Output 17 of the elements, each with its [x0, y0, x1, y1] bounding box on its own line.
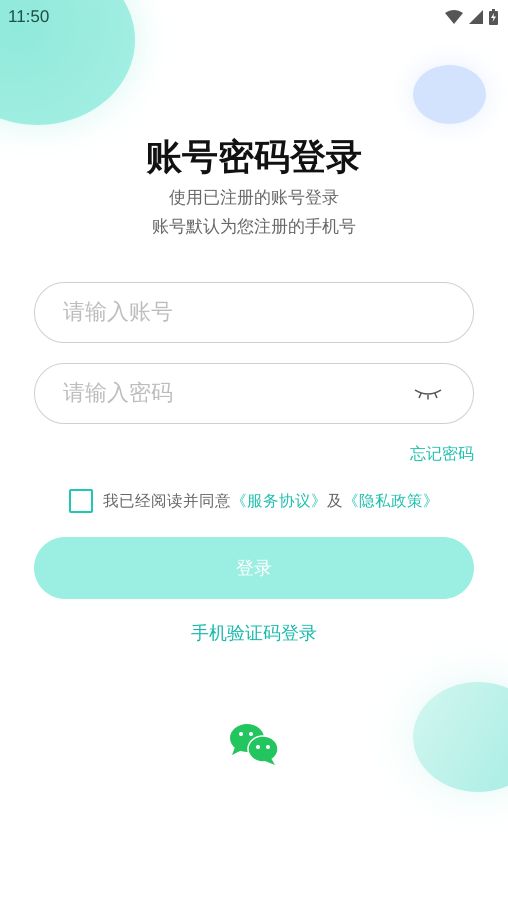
agreement-checkbox[interactable]	[69, 489, 93, 513]
password-field[interactable]: 请输入密码	[34, 363, 474, 424]
battery-charging-icon	[489, 9, 498, 25]
signal-icon	[469, 10, 483, 24]
account-field[interactable]: 请输入账号	[34, 282, 474, 343]
sms-login-link[interactable]: 手机验证码登录	[191, 621, 317, 645]
wifi-icon	[445, 10, 463, 24]
agreement-text: 我已经阅读并同意《服务协议》及《隐私政策》	[103, 490, 439, 512]
forgot-password-link[interactable]: 忘记密码	[410, 444, 474, 465]
closed-eye-icon[interactable]	[414, 388, 442, 400]
chat-bubbles-icon[interactable]	[229, 723, 279, 765]
subtitle-text: 账号默认为您注册的手机号	[152, 216, 356, 239]
status-time: 11:50	[8, 7, 50, 27]
subtitle-text: 使用已注册的账号登录	[169, 187, 339, 210]
privacy-policy-link[interactable]: 《隐私政策》	[343, 492, 439, 510]
service-agreement-link[interactable]: 《服务协议》	[231, 492, 327, 510]
page-title: 账号密码登录	[146, 136, 362, 180]
